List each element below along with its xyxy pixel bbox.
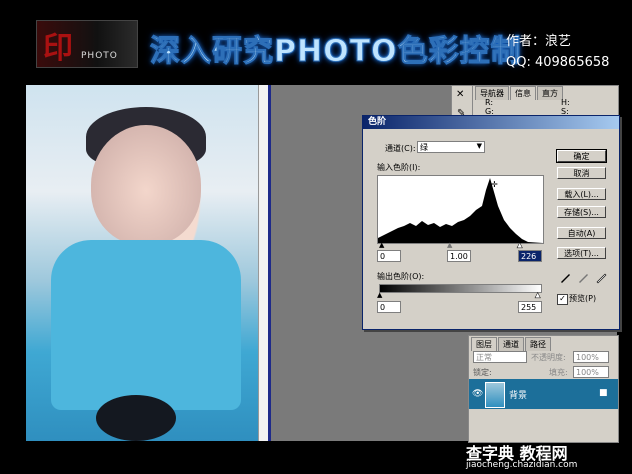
tab-info[interactable]: 信息 [510, 86, 536, 100]
gray-eyedropper-glyph [579, 274, 588, 283]
tab-layers[interactable]: 图层 [471, 337, 497, 351]
levels-dialog: 色阶 通道(C): 绿 ▼ 输入色阶(I): ✛ ▲ ▲ ▲ 0 1.00 22… [362, 115, 620, 330]
white-eyedropper-icon[interactable] [595, 272, 607, 284]
output-white-field[interactable]: 255 [518, 301, 542, 313]
watermark-url: jiaocheng.chazidian.com [466, 460, 578, 470]
load-button[interactable]: 载入(L)... [557, 188, 606, 200]
input-black-field[interactable]: 0 [377, 250, 401, 262]
eye-icon[interactable]: 👁 [472, 389, 483, 399]
lock-label: 锁定: [473, 368, 492, 377]
lock-icon: ■ [599, 388, 608, 398]
close-icon[interactable]: ✕ [456, 89, 464, 100]
channel-label: 通道(C): [385, 144, 416, 153]
input-gamma-slider[interactable]: ▲ [447, 241, 452, 249]
white-eyedropper-glyph [596, 273, 607, 284]
logo-text: PHOTO [81, 51, 118, 61]
info-r-label: R: [485, 98, 494, 107]
output-gradient [379, 284, 542, 293]
dialog-title[interactable]: 色阶 [363, 116, 619, 129]
page-title: 深入研究PHOTO色彩控制 [150, 34, 522, 70]
author-label: 作者：浪艺 [506, 34, 572, 49]
cursor-crosshair-icon: ✛ [491, 180, 498, 189]
tab-channels[interactable]: 通道 [498, 337, 524, 351]
histogram: ✛ [377, 175, 544, 244]
qq-label: QQ: 409865658 [506, 55, 610, 70]
tab-histogram[interactable]: 直方 [537, 86, 563, 100]
channel-value: 绿 [420, 143, 428, 152]
layer-name: 背景 [509, 391, 528, 401]
layer-row-background[interactable]: 👁 背景 ■ [469, 379, 618, 409]
output-white-slider[interactable]: ▲ [535, 291, 541, 300]
black-eyedropper-glyph [561, 274, 570, 283]
logo: 印 PHOTO [36, 20, 138, 68]
input-levels-label: 输入色阶(I): [377, 163, 421, 172]
cancel-button[interactable]: 取消 [557, 167, 606, 179]
auto-button[interactable]: 自动(A) [557, 227, 606, 239]
layers-panel: 图层 通道 路径 正常 不透明度: 100% 锁定: 填充: 100% 👁 背景 ■ [468, 335, 619, 443]
gray-eyedropper-icon[interactable] [577, 272, 589, 284]
input-gamma-field[interactable]: 1.00 [447, 250, 471, 262]
black-eyedropper-icon[interactable] [559, 272, 571, 284]
preview-label: 预览(P) [569, 294, 597, 303]
layer-thumbnail [485, 382, 505, 408]
photo-shirt [51, 240, 241, 410]
blend-mode-select[interactable]: 正常 [473, 351, 527, 363]
output-black-field[interactable]: 0 [377, 301, 401, 313]
preview-checkbox[interactable]: ✓ [557, 294, 568, 305]
fill-field[interactable]: 100% [573, 366, 609, 378]
opacity-label: 不透明度: [531, 353, 566, 362]
tab-paths[interactable]: 路径 [525, 337, 551, 351]
info-panel: 导航器 信息 直方 R: G: H: S: [472, 85, 619, 119]
document-image[interactable] [26, 85, 266, 441]
options-button[interactable]: 选项(T)... [557, 247, 606, 259]
document-border [268, 85, 271, 441]
photo-face [91, 125, 201, 245]
input-white-field[interactable]: 226 [518, 250, 542, 262]
layers-tabs: 图层 通道 路径 [471, 337, 552, 351]
fill-label: 填充: [549, 368, 568, 377]
output-levels-label: 输出色阶(O): [377, 272, 425, 281]
info-h-label: H: [561, 98, 570, 107]
opacity-field[interactable]: 100% [573, 351, 609, 363]
input-white-slider[interactable]: ▲ [517, 241, 523, 250]
input-black-slider[interactable]: ▲ [379, 241, 384, 249]
photo-dark-object [96, 395, 176, 441]
header: 印 PHOTO 深入研究PHOTO色彩控制 作者：浪艺 QQ: 40986565… [0, 0, 632, 85]
save-button[interactable]: 存储(S)... [557, 206, 606, 218]
output-black-slider[interactable]: ▲ [377, 291, 382, 299]
ok-button[interactable]: 确定 [556, 149, 607, 163]
chevron-down-icon: ▼ [476, 142, 482, 150]
logo-mark: 印 [43, 31, 73, 66]
channel-select[interactable]: 绿 ▼ [417, 141, 485, 153]
histogram-graph [378, 178, 543, 243]
